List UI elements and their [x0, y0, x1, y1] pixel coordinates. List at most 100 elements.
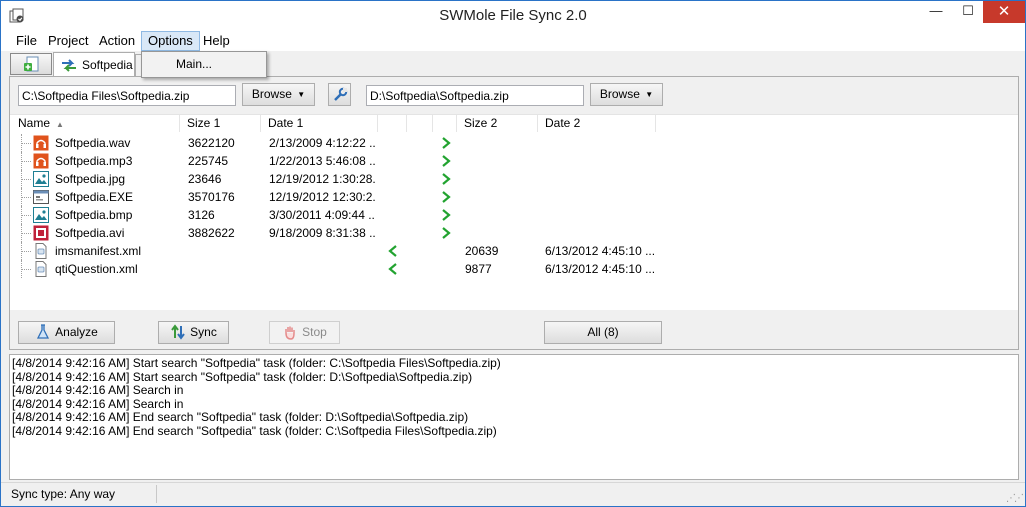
- log-line: [4/8/2014 9:42:16 AM] Search in: [12, 396, 184, 411]
- image-file-icon: [33, 171, 49, 187]
- dropdown-caret-icon: ▼: [645, 90, 654, 100]
- file-row[interactable]: Softpedia.EXE 3570176 12/19/2012 12:30:2..…: [10, 188, 1018, 206]
- file-date1: 12/19/2012 12:30:2...: [269, 190, 375, 204]
- menu-bar: File Project Action Options Help: [1, 31, 1025, 51]
- sync-arrows-icon: [62, 59, 76, 72]
- log-line: [4/8/2014 9:42:16 AM] Search in: [12, 383, 184, 397]
- analyze-button[interactable]: Analyze: [18, 321, 115, 344]
- filter-all-button[interactable]: All (8): [544, 321, 662, 344]
- menu-action[interactable]: Action: [93, 32, 141, 51]
- copy-right-arrow-icon: [442, 137, 451, 149]
- copy-right-arrow-icon: [442, 155, 451, 167]
- tab-label: Softpedia: [82, 58, 133, 72]
- stop-label: Stop: [302, 325, 327, 339]
- video-file-icon: [33, 225, 49, 241]
- file-row[interactable]: qtiQuestion.xml 9877 6/13/2012 4:45:10 ...: [10, 260, 1018, 278]
- file-name: Softpedia.wav: [55, 136, 131, 150]
- copy-right-arrow-icon: [442, 209, 451, 221]
- file-size1: 23646: [188, 172, 222, 186]
- file-date2: 6/13/2012 4:45:10 ...: [545, 262, 655, 276]
- maximize-button[interactable]: ☐: [953, 1, 983, 23]
- tree-branch: [22, 179, 31, 180]
- file-name: Softpedia.avi: [55, 226, 125, 240]
- log-line: [4/8/2014 9:42:16 AM] Start search "Soft…: [12, 369, 473, 384]
- sync-button[interactable]: Sync: [158, 321, 229, 344]
- column-header-size2[interactable]: Size 2: [458, 115, 538, 132]
- close-button[interactable]: ✕: [983, 1, 1025, 23]
- copy-right-arrow-icon: [442, 227, 451, 239]
- file-size2: 9877: [465, 262, 492, 276]
- file-size1: 225745: [188, 154, 229, 168]
- column-header-direction-left[interactable]: [379, 115, 407, 132]
- stop-button[interactable]: Stop: [269, 321, 340, 344]
- column-header-date2[interactable]: Date 2: [539, 115, 656, 132]
- file-row[interactable]: Softpedia.avi 3882622 9/18/2009 8:31:38 ..…: [10, 224, 1018, 242]
- file-row[interactable]: Softpedia.jpg 23646 12/19/2012 1:30:28...: [10, 170, 1018, 188]
- file-name: qtiQuestion.xml: [55, 262, 138, 276]
- new-project-button[interactable]: [10, 53, 52, 75]
- file-date1: 1/22/2013 5:46:08 ...: [269, 154, 375, 168]
- column-header-name[interactable]: Name ▲: [12, 115, 180, 132]
- log-line: [4/8/2014 9:42:16 AM] End search "Softpe…: [12, 423, 497, 438]
- browse-right-button[interactable]: Browse ▼: [590, 83, 663, 106]
- menu-file[interactable]: File: [10, 32, 43, 51]
- browse-label: Browse: [251, 87, 292, 101]
- dropdown-caret-icon: ▼: [297, 90, 306, 100]
- tab-softpedia[interactable]: Softpedia: [53, 52, 135, 77]
- xml-file-icon: [35, 261, 47, 277]
- file-date1: 9/18/2009 8:31:38 ...: [269, 226, 375, 240]
- column-label: Name: [18, 116, 51, 130]
- analyze-label: Analyze: [55, 325, 98, 339]
- file-size1: 3126: [188, 208, 215, 222]
- new-document-icon: [24, 56, 39, 72]
- tree-branch: [22, 161, 31, 162]
- column-header-status[interactable]: [408, 115, 433, 132]
- menu-help[interactable]: Help: [197, 32, 236, 51]
- stop-hand-icon: [285, 326, 295, 340]
- menu-options[interactable]: Options: [141, 31, 200, 51]
- left-path-field[interactable]: [18, 85, 236, 106]
- file-date1: 3/30/2011 4:09:44 ...: [269, 208, 375, 222]
- file-list[interactable]: Name ▲ Size 1 Date 1 Size 2 Date 2 Softpe…: [10, 114, 1018, 310]
- status-bar: Sync type: Any way ⋰⋰: [1, 482, 1025, 506]
- sync-label: Sync: [190, 325, 217, 339]
- file-name: Softpedia.jpg: [55, 172, 126, 186]
- log-line: [4/8/2014 9:42:16 AM] End search "Softpe…: [12, 410, 469, 424]
- resize-grip-icon[interactable]: ⋰⋰: [1006, 493, 1024, 504]
- file-row[interactable]: imsmanifest.xml 20639 6/13/2012 4:45:10 ..…: [10, 242, 1018, 260]
- file-row[interactable]: Softpedia.bmp 3126 3/30/2011 4:09:44 ...: [10, 206, 1018, 224]
- right-path-field[interactable]: [366, 85, 584, 106]
- wrench-icon: [334, 87, 348, 101]
- status-divider: [156, 485, 157, 503]
- file-name: Softpedia.mp3: [55, 154, 133, 168]
- window-title: SWMole File Sync 2.0: [439, 7, 587, 24]
- log-panel[interactable]: [4/8/2014 9:42:16 AM] Start search "Soft…: [9, 354, 1019, 480]
- title-bar[interactable]: SWMole File Sync 2.0 — ☐ ✕: [1, 1, 1025, 31]
- menu-item-main[interactable]: Main...: [144, 54, 264, 75]
- column-header-direction-right[interactable]: [434, 115, 457, 132]
- tree-branch: [22, 215, 31, 216]
- image-file-icon: [33, 207, 49, 223]
- minimize-button[interactable]: —: [921, 1, 951, 23]
- tree-branch: [22, 251, 31, 252]
- menu-project[interactable]: Project: [42, 32, 94, 51]
- file-date2: 6/13/2012 4:45:10 ...: [545, 244, 655, 258]
- file-row[interactable]: Softpedia.mp3 225745 1/22/2013 5:46:08 ...: [10, 152, 1018, 170]
- compare-settings-button[interactable]: [328, 83, 351, 106]
- browse-left-button[interactable]: Browse ▼: [242, 83, 315, 106]
- copy-right-arrow-icon: [442, 191, 451, 203]
- file-size2: 20639: [465, 244, 499, 258]
- tree-branch: [22, 233, 31, 234]
- column-header-date1[interactable]: Date 1: [262, 115, 378, 132]
- file-size1: 3570176: [188, 190, 235, 204]
- flask-icon: [37, 324, 50, 339]
- file-name: Softpedia.bmp: [55, 208, 133, 222]
- file-row[interactable]: Softpedia.wav 3622120 2/13/2009 4:12:22 ..…: [10, 134, 1018, 152]
- log-line: [4/8/2014 9:42:16 AM] Start search "Soft…: [12, 356, 501, 370]
- copy-right-arrow-icon: [442, 173, 451, 185]
- column-header-size1[interactable]: Size 1: [181, 115, 261, 132]
- copy-left-arrow-icon: [388, 263, 397, 275]
- audio-file-icon: [33, 153, 49, 169]
- file-date1: 2/13/2009 4:12:22 ...: [269, 136, 375, 150]
- tree-branch: [22, 269, 31, 270]
